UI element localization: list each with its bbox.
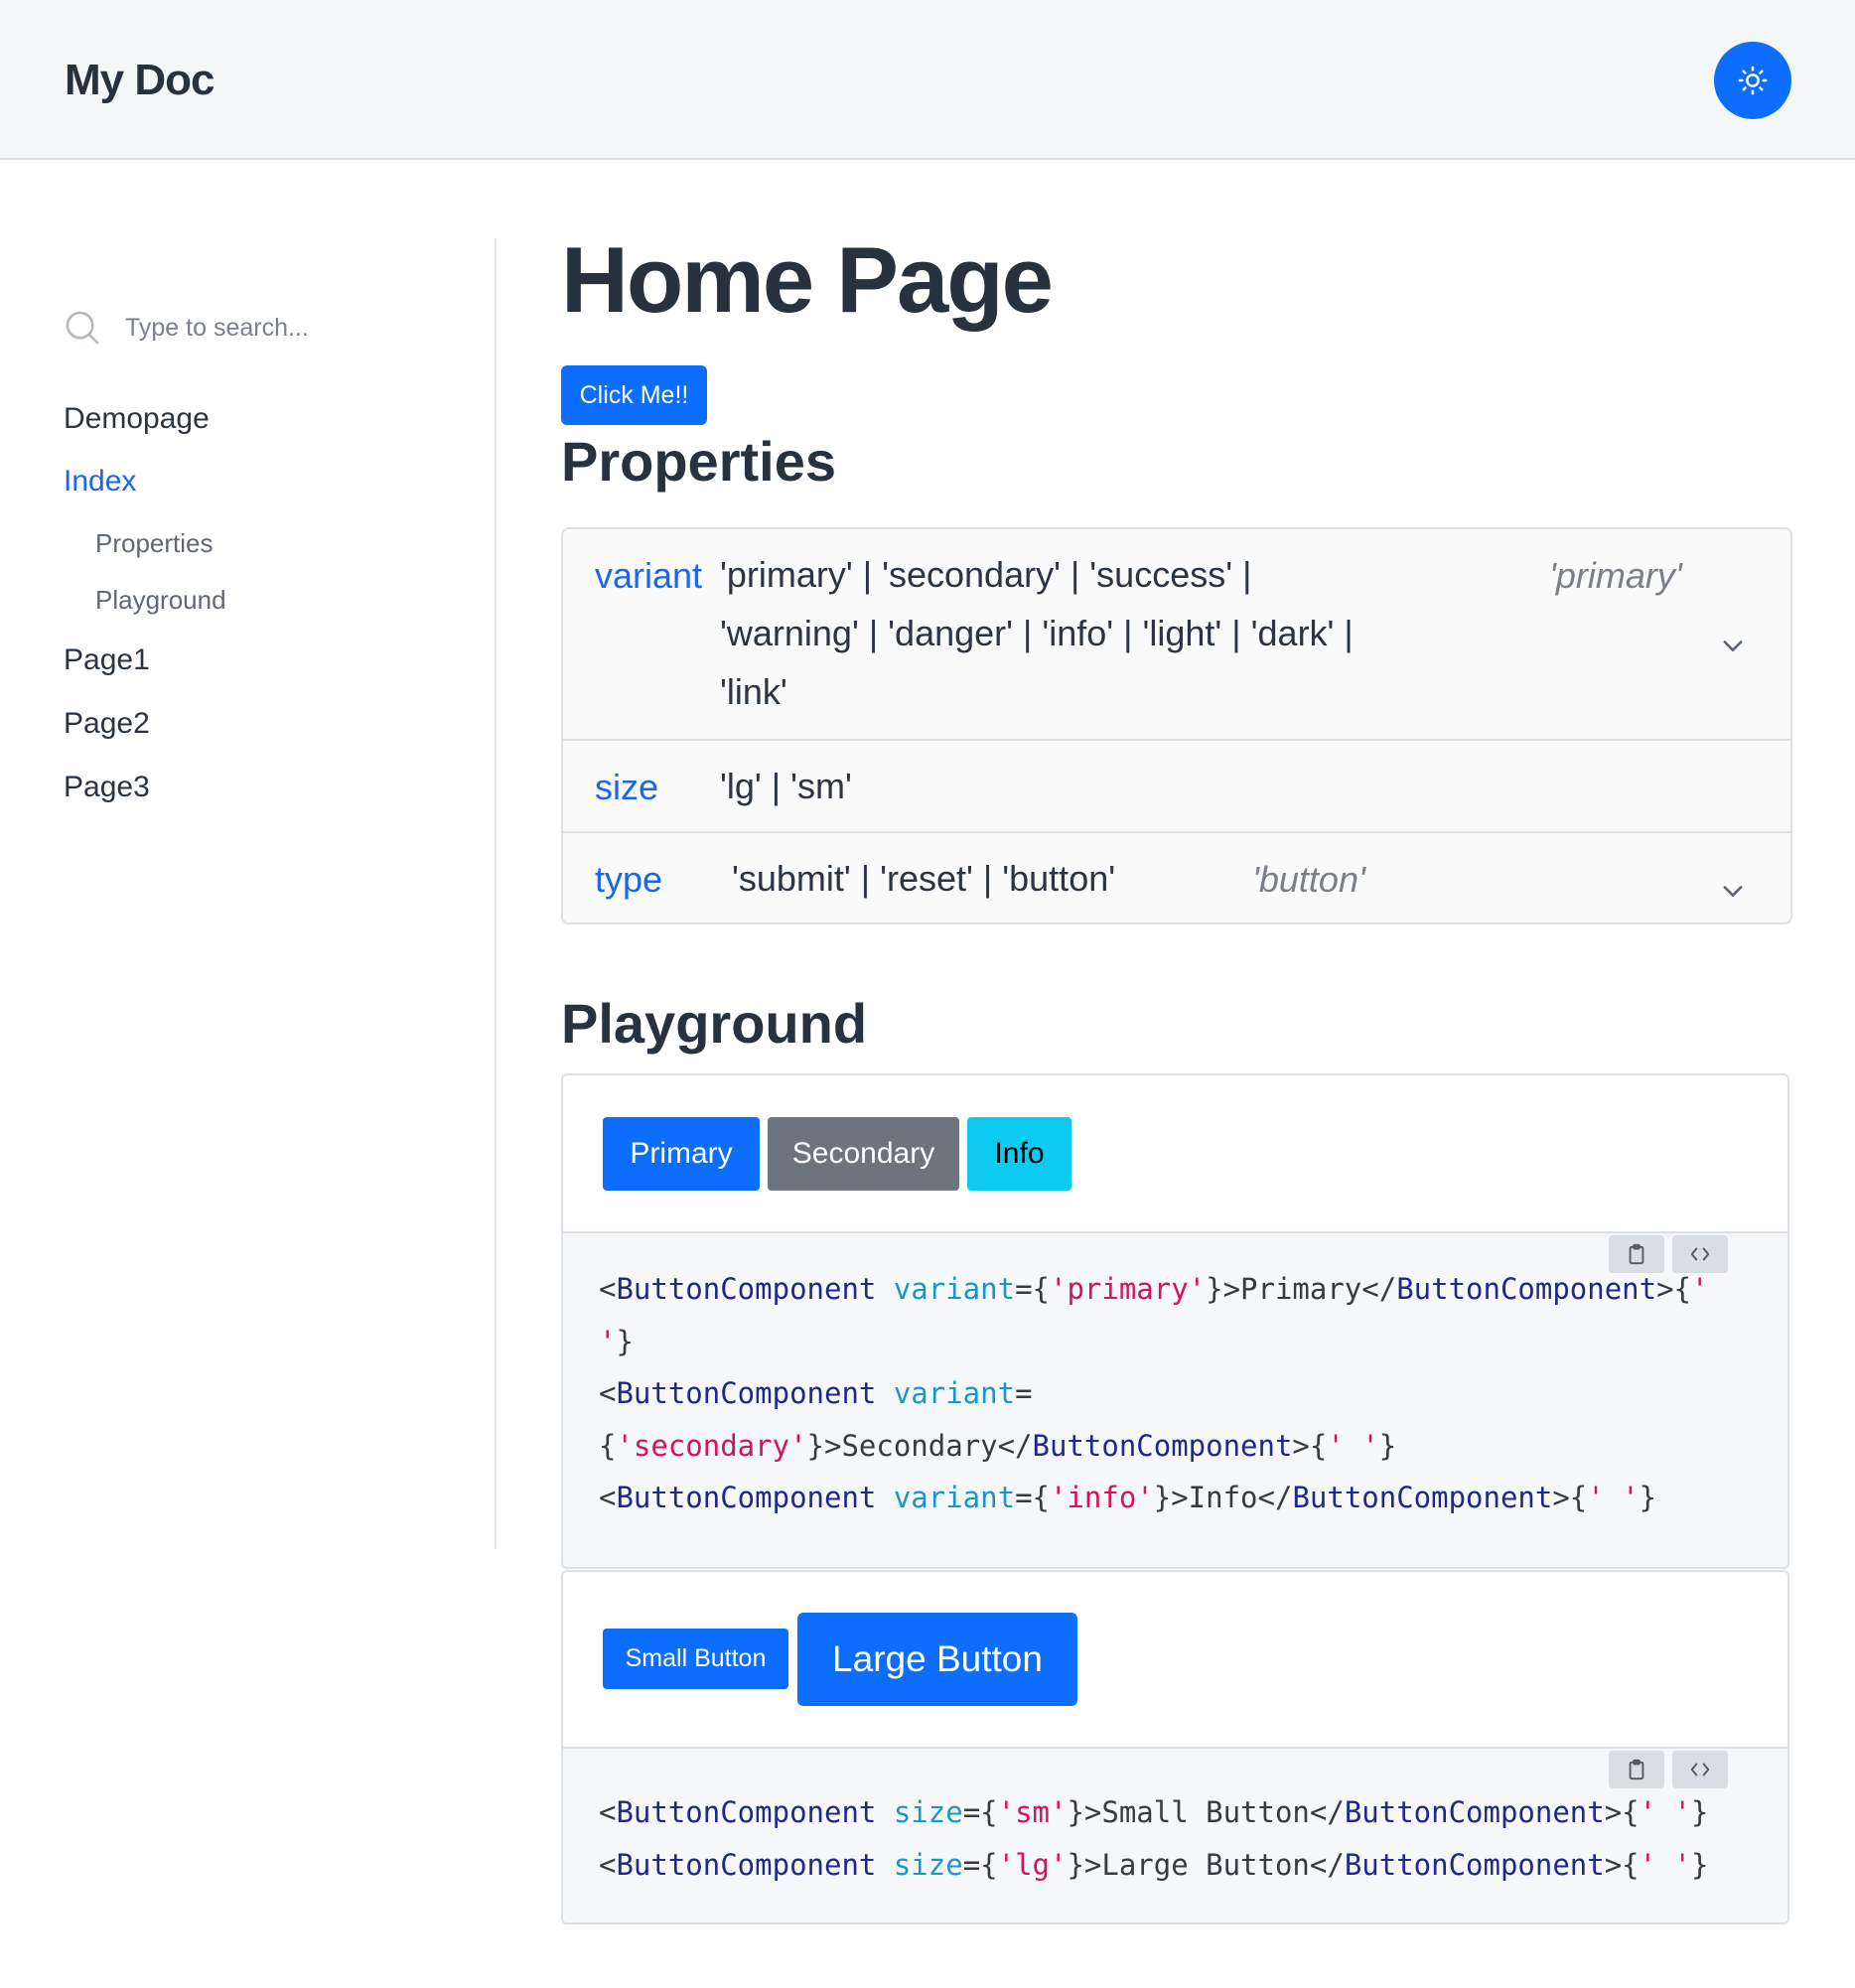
prop-row-type: type 'submit' | 'reset' | 'button' 'butt… — [563, 833, 1790, 923]
brand-title[interactable]: My Doc — [65, 56, 214, 105]
clipboard-icon — [1629, 1243, 1644, 1265]
code-text: <ButtonComponent variant={'primary'}>Pri… — [599, 1272, 1709, 1514]
sidebar-item-demopage[interactable]: Demopage — [64, 402, 210, 436]
playground-panel: Small Button Large Button <ButtonCompone… — [561, 1570, 1789, 1924]
playground-preview: Small Button Large Button — [563, 1572, 1787, 1749]
search-input[interactable] — [125, 313, 443, 343]
prop-name: size — [595, 767, 659, 807]
properties-heading: Properties — [561, 430, 836, 493]
chevron-down-icon[interactable] — [1719, 877, 1747, 905]
primary-button[interactable]: Primary — [603, 1117, 760, 1191]
sidebar-item-properties[interactable]: Properties — [95, 528, 214, 559]
sun-icon — [1738, 66, 1768, 95]
prop-default: 'primary' — [1549, 555, 1682, 596]
page-title: Home Page — [561, 227, 1054, 332]
prop-type: 'lg' | 'sm' — [720, 766, 852, 806]
prop-type: 'primary' | 'secondary' | 'success' | 'w… — [720, 554, 1354, 712]
sidebar-item-playground[interactable]: Playground — [95, 585, 226, 616]
code-toolbar — [1609, 1751, 1728, 1788]
search-box[interactable] — [64, 306, 461, 350]
sidebar-item-index[interactable]: Index — [64, 465, 136, 498]
prop-default: 'button' — [1252, 859, 1365, 900]
code-text: <ButtonComponent size={'sm'}>Small Butto… — [599, 1795, 1709, 1882]
sidebar-item-page1[interactable]: Page1 — [64, 643, 150, 677]
click-me-button[interactable]: Click Me!! — [561, 365, 707, 425]
playground-preview: Primary Secondary Info — [563, 1075, 1787, 1233]
copy-button[interactable] — [1609, 1751, 1664, 1788]
prop-row-size: size 'lg' | 'sm' — [563, 741, 1790, 833]
toggle-code-button[interactable] — [1672, 1751, 1728, 1788]
info-button[interactable]: Info — [967, 1117, 1071, 1191]
prop-name: type — [595, 859, 663, 900]
code-block: <ButtonComponent variant={'primary'}>Pri… — [563, 1233, 1787, 1567]
clipboard-icon — [1629, 1759, 1644, 1780]
properties-table: variant 'primary' | 'secondary' | 'succe… — [561, 527, 1792, 924]
sidebar-item-page3[interactable]: Page3 — [64, 771, 150, 804]
code-block: <ButtonComponent size={'sm'}>Small Butto… — [563, 1749, 1787, 1922]
chevron-down-icon[interactable] — [1719, 632, 1747, 659]
code-icon — [1690, 1763, 1710, 1776]
sidebar-divider — [495, 238, 497, 1549]
prop-name: variant — [595, 555, 703, 596]
header: My Doc — [0, 0, 1855, 160]
theme-toggle-button[interactable] — [1714, 42, 1791, 119]
playground-heading: Playground — [561, 992, 868, 1055]
prop-row-variant: variant 'primary' | 'secondary' | 'succe… — [563, 529, 1790, 741]
prop-type: 'submit' | 'reset' | 'button' — [732, 858, 1116, 899]
playground-panel: Primary Secondary Info <ButtonComponent … — [561, 1073, 1789, 1569]
search-icon — [66, 311, 99, 345]
secondary-button[interactable]: Secondary — [768, 1117, 959, 1191]
sidebar-item-page2[interactable]: Page2 — [64, 707, 150, 741]
small-button[interactable]: Small Button — [603, 1629, 788, 1689]
code-icon — [1690, 1247, 1710, 1261]
large-button[interactable]: Large Button — [797, 1613, 1077, 1706]
